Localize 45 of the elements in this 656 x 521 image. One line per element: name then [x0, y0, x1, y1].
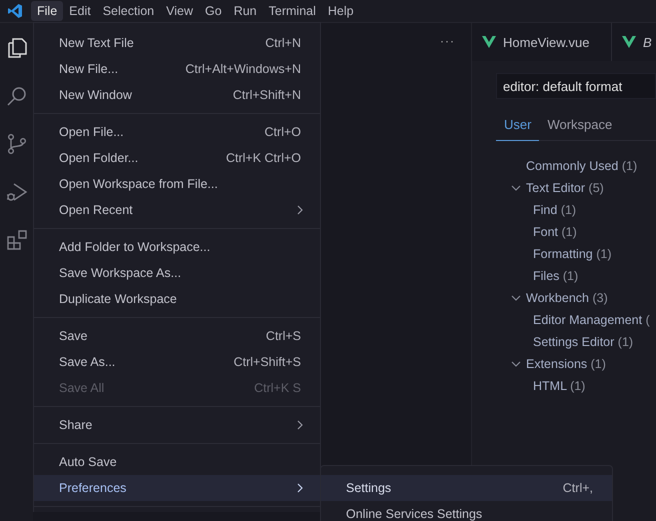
- settings-search-field[interactable]: editor: default format: [496, 73, 656, 99]
- menu-item[interactable]: Settings Ctrl+,: [321, 475, 612, 501]
- tree-item[interactable]: Settings Editor (1): [533, 335, 634, 349]
- menu-item[interactable]: Open Workspace from File...: [34, 171, 320, 197]
- tree-item[interactable]: Formatting (1): [533, 247, 612, 261]
- tree-item[interactable]: HTML (1): [533, 379, 586, 393]
- menu-bar-item[interactable]: View: [160, 1, 200, 21]
- more-actions-button[interactable]: ···: [440, 34, 455, 48]
- menu-item[interactable]: Save Workspace As...: [34, 260, 320, 286]
- menu-item[interactable]: New File... Ctrl+Alt+Windows+N: [34, 56, 320, 82]
- menu-bar-item[interactable]: Selection: [96, 1, 160, 21]
- menu-bar-item[interactable]: Help: [322, 1, 360, 21]
- tree-item[interactable]: Editor Management (: [533, 313, 650, 327]
- extensions-icon[interactable]: [4, 228, 28, 252]
- code-editor-logo-icon: [7, 3, 23, 19]
- menu-item[interactable]: Auto Save: [34, 449, 320, 475]
- menu-item[interactable]: Open File... Ctrl+O: [34, 119, 320, 145]
- menu-bar-item[interactable]: Edit: [63, 1, 97, 21]
- menu-item[interactable]: New Window Ctrl+Shift+N: [34, 82, 320, 108]
- tree-item[interactable]: Font (1): [533, 225, 577, 239]
- tree-item[interactable]: Find (1): [533, 203, 576, 217]
- menu-item[interactable]: New Text File Ctrl+N: [34, 30, 320, 56]
- tree-item[interactable]: Workbench (3): [526, 291, 608, 305]
- menu-item[interactable]: Share: [34, 412, 320, 438]
- tree-item[interactable]: Commonly Used (1): [526, 159, 638, 173]
- menu-item[interactable]: Open Recent: [34, 197, 320, 223]
- tree-item[interactable]: Text Editor (5): [526, 181, 604, 195]
- menu-item[interactable]: Add Folder to Workspace...: [34, 234, 320, 260]
- menu-bar-item[interactable]: File: [31, 1, 64, 21]
- vue-file-icon: [482, 36, 496, 48]
- menu-bar-item[interactable]: Go: [199, 1, 228, 21]
- menu-item[interactable]: Open Folder... Ctrl+K Ctrl+O: [34, 145, 320, 171]
- scope-tab[interactable]: User: [496, 113, 540, 141]
- vue-file-icon: [622, 36, 636, 48]
- scope-tab[interactable]: Workspace: [539, 113, 620, 140]
- menu-item[interactable]: Online Services Settings: [321, 501, 612, 521]
- menu-item[interactable]: Save As... Ctrl+Shift+S: [34, 349, 320, 375]
- menu-item[interactable]: Save Ctrl+S: [34, 323, 320, 349]
- menu-item[interactable]: Preferences: [34, 475, 320, 501]
- menu-item[interactable]: Duplicate Workspace: [34, 286, 320, 312]
- tree-item[interactable]: Files (1): [533, 269, 578, 283]
- menu-bar-item[interactable]: Run: [228, 1, 263, 21]
- editor-tab[interactable]: B: [612, 23, 654, 61]
- menu-bar-item[interactable]: Terminal: [262, 1, 322, 21]
- tree-item[interactable]: Extensions (1): [526, 357, 606, 371]
